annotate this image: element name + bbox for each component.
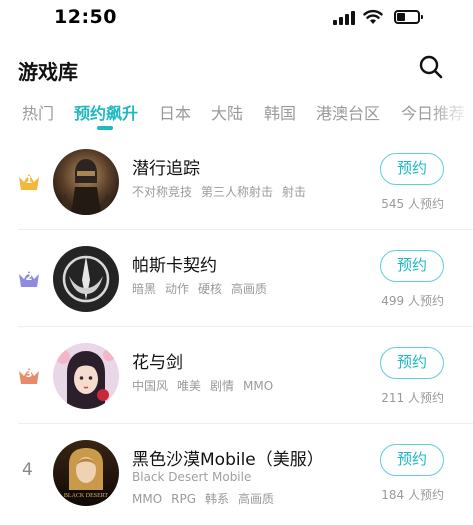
game-tag: 唯美 xyxy=(177,379,202,393)
status-bar: 12:50 xyxy=(0,0,473,40)
game-subtitle: Black Desert Mobile xyxy=(132,470,252,484)
battery-icon xyxy=(394,10,423,24)
status-time: 12:50 xyxy=(54,6,117,28)
reservation-count: 499 人预约 xyxy=(381,294,444,308)
tab-hk-mo-tw[interactable]: 港澳台区 xyxy=(316,100,380,124)
game-tag: 动作 xyxy=(165,282,190,296)
tab-reservation-rising[interactable]: 预约飙升 xyxy=(74,100,138,124)
game-tag: 剧情 xyxy=(210,379,235,393)
game-tag: 硬核 xyxy=(198,282,223,296)
game-name: 帕斯卡契约 xyxy=(132,256,217,276)
game-icon xyxy=(53,149,119,215)
list-item[interactable]: 1 潜行追踪 不对称竞技 第三人称射击 射击 预约 545 人预约 xyxy=(0,133,473,230)
game-tag: 射击 xyxy=(282,185,307,199)
rank-crown-icon: 2 xyxy=(17,268,41,290)
category-tabs: 热门 预约飙升 日本 大陆 韩国 港澳台区 今日推荐 xyxy=(0,96,473,136)
game-name: 黑色沙漠Mobile（美服） xyxy=(132,450,324,470)
game-tag: RPG xyxy=(171,492,197,506)
game-tag: MMO xyxy=(243,379,274,393)
reservation-count: 211 人预约 xyxy=(381,391,444,405)
reservation-count: 545 人预约 xyxy=(381,197,444,211)
list-item[interactable]: 3 花与剑 中国风 唯美 剧情 MMO 预约 211 人预约 xyxy=(0,327,473,424)
game-tag: 暗黑 xyxy=(132,282,157,296)
reservation-count: 184 人预约 xyxy=(381,488,444,502)
search-icon[interactable] xyxy=(418,54,444,80)
game-tags: 暗黑 动作 硬核 高画质 xyxy=(132,280,276,297)
reserve-button[interactable]: 预约 xyxy=(380,444,444,476)
game-tag: 中国风 xyxy=(132,379,169,393)
game-tag: MMO xyxy=(132,492,163,506)
wifi-icon xyxy=(363,9,383,24)
game-tag: 第三人称射击 xyxy=(201,185,274,199)
tab-mainland[interactable]: 大陆 xyxy=(211,100,243,124)
game-tag: 韩系 xyxy=(205,492,230,506)
game-icon xyxy=(53,246,119,312)
game-icon: BLACK DESERT xyxy=(53,440,119,506)
game-tags: 中国风 唯美 剧情 MMO xyxy=(132,377,282,394)
rank-crown-icon: 3 xyxy=(17,365,41,387)
reserve-button[interactable]: 预约 xyxy=(380,153,444,185)
page-title: 游戏库 xyxy=(18,60,78,84)
tab-japan[interactable]: 日本 xyxy=(159,100,191,124)
game-name: 潜行追踪 xyxy=(132,159,200,179)
game-tag: 高画质 xyxy=(231,282,268,296)
game-tag: 高画质 xyxy=(238,492,275,506)
game-tags: MMO RPG 韩系 高画质 xyxy=(132,490,283,507)
tab-hot[interactable]: 热门 xyxy=(22,100,54,124)
list-item[interactable]: 2 帕斯卡契约 暗黑 动作 硬核 高画质 预约 499 人预约 xyxy=(0,230,473,327)
active-tab-indicator xyxy=(97,126,113,130)
game-tags: 不对称竞技 第三人称射击 射击 xyxy=(132,183,315,200)
reserve-button[interactable]: 预约 xyxy=(380,250,444,282)
rank-number: 4 xyxy=(22,460,33,480)
svg-text:BLACK DESERT: BLACK DESERT xyxy=(64,493,108,499)
rank-crown-icon: 1 xyxy=(17,171,41,193)
reserve-button[interactable]: 预约 xyxy=(380,347,444,379)
game-name: 花与剑 xyxy=(132,353,183,373)
tab-korea[interactable]: 韩国 xyxy=(264,100,296,124)
list-item[interactable]: 4 BLACK DESERT 黑色沙漠Mobile（美服） Black Dese… xyxy=(0,424,473,521)
signal-icon xyxy=(333,11,355,25)
game-tag: 不对称竞技 xyxy=(132,185,193,199)
game-icon xyxy=(53,343,119,409)
